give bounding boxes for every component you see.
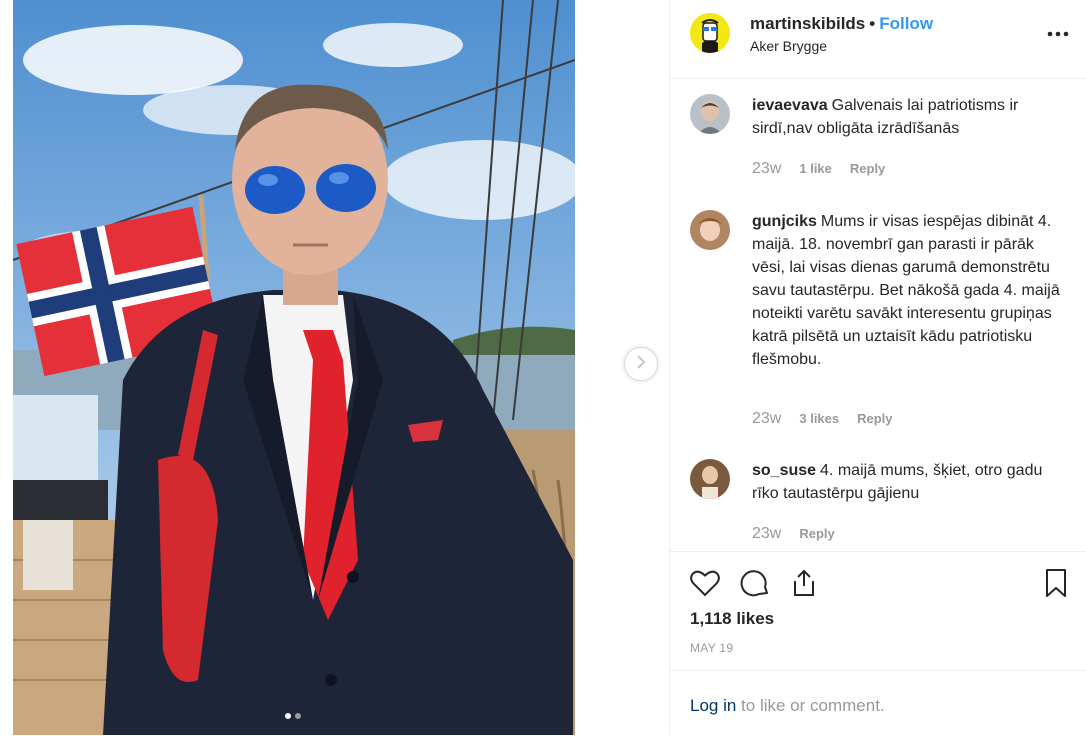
login-prompt: Log in to like or comment. [670,670,1086,736]
comments-list[interactable]: ievaevava Galvenais lai patriotisms ir si… [670,79,1086,551]
carousel-dot [285,713,291,719]
comment-avatar[interactable] [690,94,730,134]
likes-count[interactable]: 1,118 likes [690,609,774,629]
avatar[interactable] [690,13,730,53]
post-location[interactable]: Aker Brygge [750,38,827,54]
comment-likes[interactable]: 1 like [799,161,832,176]
post-username[interactable]: martinskibilds [750,14,865,33]
comment-time[interactable]: 23w [752,160,781,178]
reply-button[interactable]: Reply [850,161,885,176]
carousel-dot [295,713,301,719]
comment-time[interactable]: 23w [752,410,781,428]
login-text: to like or comment. [736,696,885,715]
bookmark-icon[interactable] [1040,567,1072,599]
comment-avatar[interactable] [690,210,730,250]
post-header: martinskibilds • Follow Aker Brygge [670,0,1086,79]
photo-illustration [13,0,575,735]
post-photo[interactable] [13,0,575,735]
carousel-next-button[interactable] [624,347,658,381]
comment-username[interactable]: gunjciks [752,213,817,230]
more-options-icon[interactable] [1047,20,1069,43]
share-icon[interactable] [788,567,820,599]
login-link[interactable]: Log in [690,696,736,715]
post-date[interactable]: MAY 19 [690,641,733,655]
reply-button[interactable]: Reply [857,411,892,426]
reply-button[interactable]: Reply [799,526,834,541]
post-sidebar: martinskibilds • Follow Aker Brygge ievaev… [669,0,1086,735]
comment-icon[interactable] [739,567,771,599]
comment-text: Mums ir visas iespējas dibināt 4. maijā.… [752,213,1060,368]
comment-time[interactable]: 23w [752,525,781,543]
comment-username[interactable]: ievaevava [752,97,828,114]
comment-username[interactable]: so_suse [752,462,816,479]
chevron-right-icon [635,354,647,375]
separator-dot: • [869,14,876,33]
follow-button[interactable]: Follow [879,14,933,33]
heart-icon[interactable] [689,567,721,599]
comment-avatar[interactable] [690,459,730,499]
comment-likes[interactable]: 3 likes [799,411,839,426]
post-actions: 1,118 likes MAY 19 [670,551,1086,672]
left-gutter [0,0,13,735]
carousel-dots [285,713,301,719]
